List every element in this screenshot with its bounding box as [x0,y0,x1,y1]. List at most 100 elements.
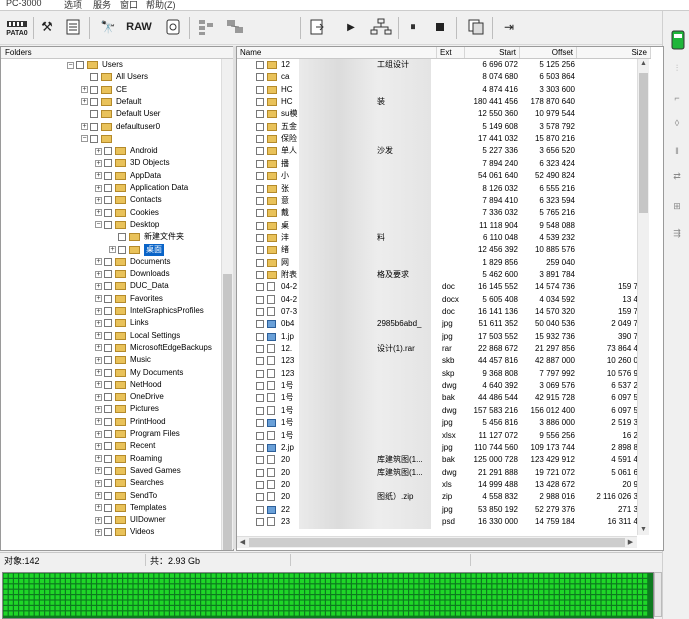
file-row[interactable]: 意7 894 410 6 323 594 [237,195,638,207]
file-checkbox[interactable] [256,85,264,94]
file-row[interactable]: 保险 17 441 032 15 870 216 [237,133,638,145]
tree-node[interactable]: Default User [81,108,160,120]
tree-node[interactable]: + PrintHood [95,416,166,428]
tree-checkbox[interactable] [104,528,112,537]
tree-checkbox[interactable] [104,307,112,315]
tree-node[interactable]: + Downloads [95,268,170,280]
file-checkbox[interactable] [256,283,264,292]
file-checkbox[interactable] [256,221,264,230]
menu-item-help[interactable]: 帮助(Z) [146,0,176,10]
expand-icon[interactable]: + [95,479,102,487]
tree-checkbox[interactable] [104,491,112,500]
tree-checkbox[interactable] [104,208,112,217]
tree-checkbox[interactable] [104,368,112,377]
file-checkbox[interactable] [256,308,264,316]
tree-checkbox[interactable] [104,380,112,389]
pause-button[interactable]: ⏸ [404,14,422,40]
file-row[interactable]: su模 12 550 360 10 979 544 [237,108,638,120]
file-checkbox[interactable] [256,406,264,415]
file-checkbox[interactable] [256,382,264,391]
expand-icon[interactable]: + [95,381,102,389]
tree-node[interactable]: + Default [81,96,141,108]
file-row[interactable]: 小 54 061 640 52 490 824 [237,170,638,182]
tree-checkbox[interactable] [104,516,112,525]
menu-item-service[interactable]: 服务 [93,0,111,10]
file-row[interactable]: 04-2 doc 16 145 552 14 574 736 159 7 [237,281,638,293]
tree-node[interactable]: + Roaming [95,453,162,465]
tree-checkbox[interactable] [104,430,112,438]
files-hscrollbar[interactable]: ◀ ▶ [237,536,637,548]
file-checkbox[interactable] [256,320,264,329]
file-checkbox[interactable] [256,196,264,205]
tests-button[interactable] [62,14,84,40]
expand-icon[interactable]: + [81,123,88,130]
file-checkbox[interactable] [256,505,264,514]
tree-node[interactable]: + Videos [95,526,154,538]
tree-node[interactable]: + 桌面 [109,243,164,256]
file-checkbox[interactable] [256,357,264,366]
file-checkbox[interactable] [256,332,264,341]
tree-checkbox[interactable] [90,110,98,119]
tree-node[interactable]: + Recent [95,440,155,452]
file-checkbox[interactable] [256,419,264,428]
expand-icon[interactable]: + [95,430,102,438]
file-checkbox[interactable] [256,456,264,465]
tools-button[interactable]: ⚒ [37,14,57,40]
file-checkbox[interactable] [256,394,264,403]
column-start[interactable]: Start [465,47,520,58]
tree-node[interactable]: + My Documents [95,367,183,379]
expand-icon[interactable]: + [95,209,102,217]
export-button[interactable] [306,14,328,40]
file-row[interactable]: 20 bak 125 000 728 123 429 912 4 591 4 库建筑图(1… [237,454,638,466]
file-row[interactable]: 0b4 jpg 51 611 352 50 040 536 2 049 7 2985b6a… [237,318,638,330]
tree-node[interactable]: + Contacts [95,194,162,206]
folders-scrollbar[interactable] [221,59,233,550]
disk-button[interactable] [162,14,184,40]
file-checkbox[interactable] [256,295,264,304]
file-checkbox[interactable] [256,172,264,181]
tree-checkbox[interactable] [104,393,112,402]
file-row[interactable]: 单人 5 227 336 3 656 520 沙发 [237,145,638,157]
file-row[interactable]: 1.jp jpg 17 503 552 15 932 736 390 7 [237,331,638,343]
tree-checkbox[interactable] [118,245,126,254]
tree-node[interactable]: + MicrosoftEdgeBackups [95,342,212,354]
expand-icon[interactable]: + [95,307,102,315]
tree-checkbox[interactable] [104,147,112,156]
file-checkbox[interactable] [256,122,264,131]
tree-checkbox[interactable] [118,233,126,242]
menu-item-options[interactable]: 选项 [64,0,82,10]
tree-node[interactable]: − [81,133,116,145]
file-row[interactable]: 12. rar 22 868 672 21 297 856 73 864 4 设计(1).… [237,343,638,355]
file-row[interactable]: 张8 126 032 6 555 216 [237,183,638,195]
expand-icon[interactable]: + [95,282,102,290]
tree-node[interactable]: + DUC_Data [95,280,169,292]
partitions-button[interactable] [195,14,217,40]
side-tool-2-icon[interactable]: ⌐ [670,93,684,107]
raw-button[interactable]: RAW [124,14,154,40]
expand-icon[interactable]: + [81,98,88,106]
tree-checkbox[interactable] [104,196,112,205]
tree-checkbox[interactable] [104,343,112,352]
tree-node[interactable]: + Templates [95,502,166,514]
tree-checkbox[interactable] [104,294,112,303]
file-row[interactable]: 1号 jpg 5 456 816 3 886 000 2 519 3 [237,417,638,429]
file-row[interactable]: 123 skb 44 457 816 42 887 000 10 260 0 [237,355,638,367]
file-checkbox[interactable] [256,98,264,107]
file-row[interactable]: 07-3 doc 16 141 136 14 570 320 159 7 [237,306,638,318]
expand-icon[interactable]: + [95,492,102,499]
scroll-right-arrow[interactable]: ▶ [626,538,635,547]
stop-button[interactable] [431,14,449,40]
tree-checkbox[interactable] [104,319,112,328]
expand-icon[interactable]: + [95,516,102,524]
file-row[interactable]: 123 skp 9 368 808 7 797 992 10 576 9 [237,368,638,380]
tree-checkbox[interactable] [104,466,112,475]
file-checkbox[interactable] [256,61,264,69]
collapse-icon[interactable]: − [67,61,74,69]
tree-checkbox[interactable] [104,454,112,463]
file-row[interactable]: HC 180 441 456 178 870 640 装 [237,96,638,108]
file-checkbox[interactable] [256,480,264,489]
file-checkbox[interactable] [256,369,264,378]
tree-checkbox[interactable] [104,171,112,180]
tree-node[interactable]: + NetHood [95,379,162,391]
file-checkbox[interactable] [256,209,264,218]
